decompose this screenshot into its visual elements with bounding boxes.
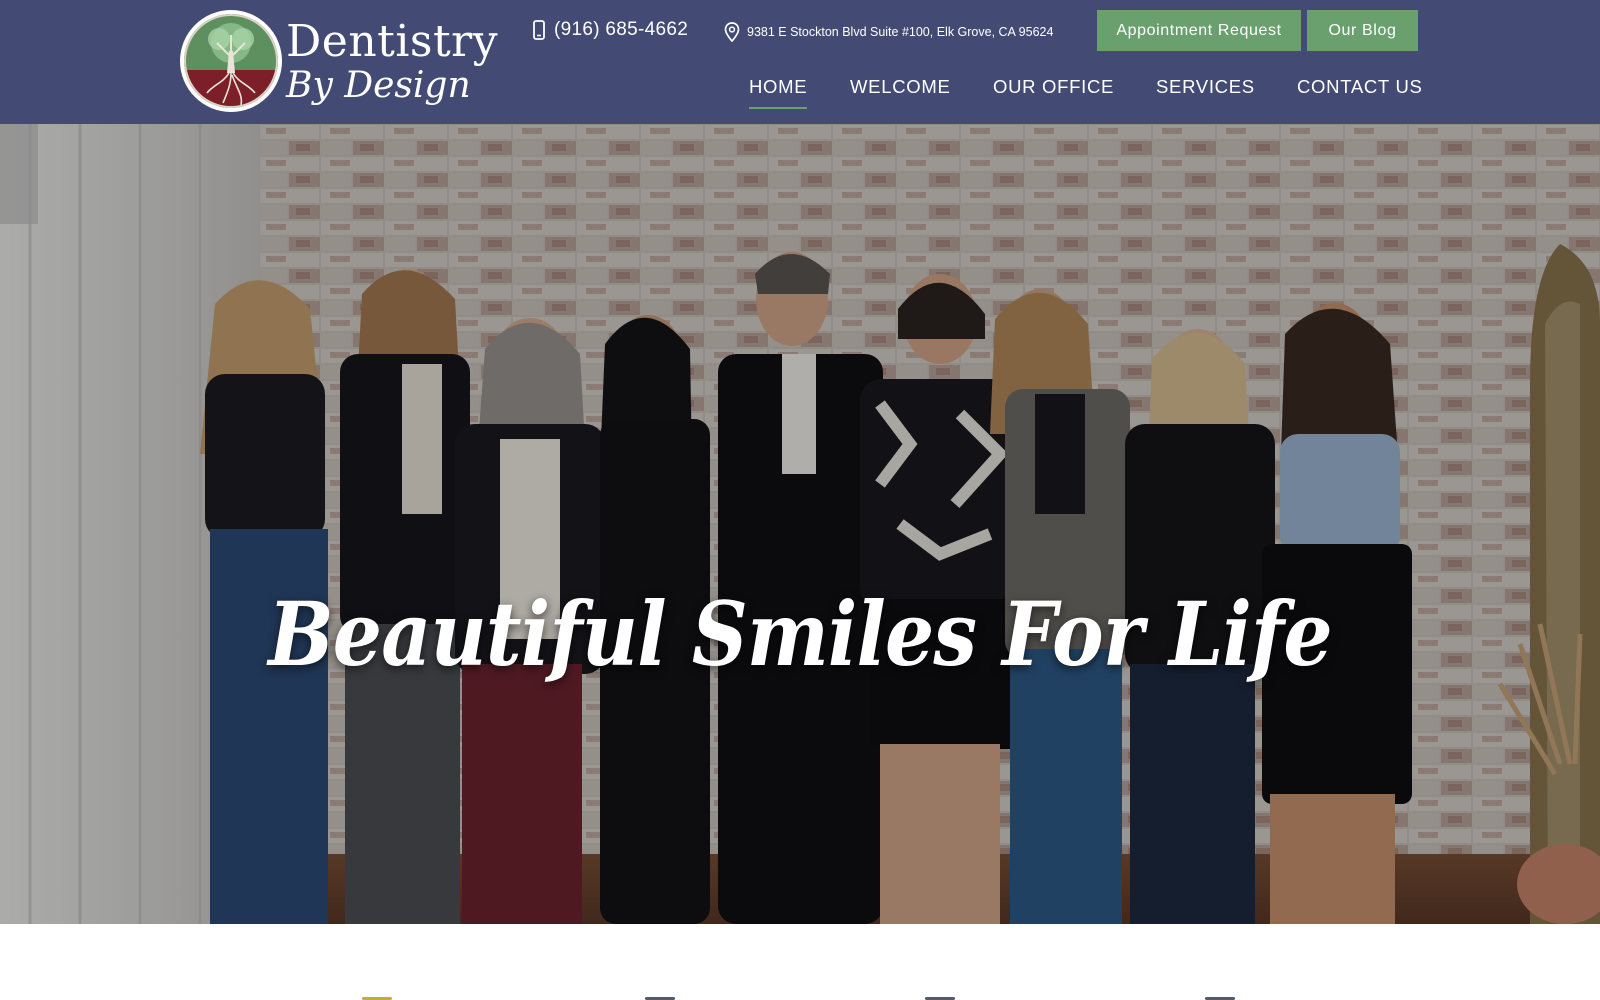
our-blog-button[interactable]: Our Blog [1307,10,1418,51]
hero-overlay [0,124,1600,924]
office-address: 9381 E Stockton Blvd Suite #100, Elk Gro… [747,25,1054,39]
nav-item-contact-us[interactable]: CONTACT US [1297,76,1423,110]
nav-item-home[interactable]: HOME [749,76,808,110]
features-section [0,924,1600,1000]
map-pin-icon [724,22,740,42]
hero-side-tab[interactable] [0,124,38,224]
active-nav-indicator [749,107,808,109]
nav-item-label: CONTACT US [1297,76,1423,97]
brand-name-line1: Dentistry [286,16,499,67]
phone-number: (916) 685-4662 [554,19,689,40]
nav-item-label: OUR OFFICE [993,76,1115,97]
nav-item-label: HOME [749,76,808,97]
nav-item-our-office[interactable]: OUR OFFICE [993,76,1114,110]
nav-item-welcome[interactable]: WELCOME [850,76,951,110]
address-link[interactable]: 9381 E Stockton Blvd Suite #100, Elk Gro… [724,20,1053,44]
appointment-request-button[interactable]: Appointment Request [1097,10,1301,51]
main-nav: HOME WELCOME OUR OFFICE SERVICES CONTACT… [0,74,1600,114]
mobile-phone-icon [533,20,545,40]
nav-item-services[interactable]: SERVICES [1156,76,1255,110]
nav-item-label: SERVICES [1156,76,1255,97]
phone-link[interactable]: (916) 685-4662 [533,18,688,42]
hero-banner: Beautiful Smiles For Life [0,124,1600,924]
nav-item-label: WELCOME [850,76,951,97]
hero-headline: Beautiful Smiles For Life [268,582,1332,686]
site-header: Dentistry By Design (916) 685-4662 9381 … [0,0,1600,124]
